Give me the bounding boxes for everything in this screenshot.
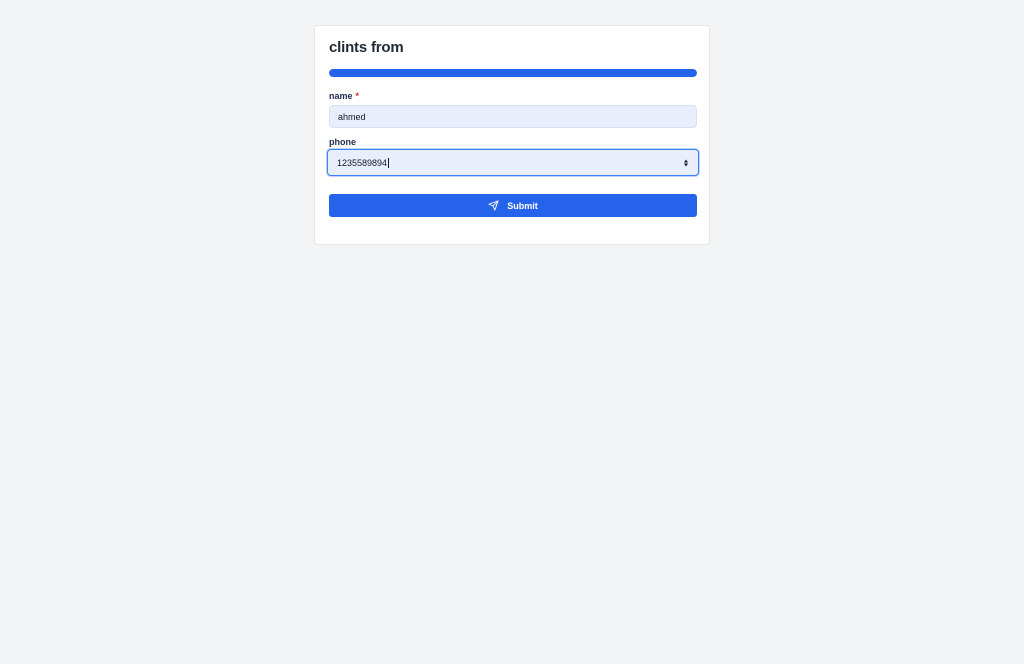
submit-button[interactable]: Submit xyxy=(329,194,697,217)
phone-label: phone xyxy=(329,137,356,147)
name-input[interactable]: ahmed xyxy=(329,105,697,128)
send-icon xyxy=(488,200,499,211)
spinner-up-icon[interactable] xyxy=(684,159,688,162)
progress-bar xyxy=(329,69,697,77)
phone-input-value: 1235589894 xyxy=(337,157,388,168)
submit-label: Submit xyxy=(507,200,538,211)
number-spinner[interactable] xyxy=(684,159,688,166)
name-input-value: ahmed xyxy=(338,111,366,122)
name-label: name * xyxy=(329,91,359,101)
required-marker: * xyxy=(355,91,360,101)
form-title: clints from xyxy=(329,39,404,56)
phone-input[interactable]: 1235589894 xyxy=(327,149,699,176)
form-card: clints from name * ahmed phone 1235589894… xyxy=(314,25,710,245)
text-caret xyxy=(388,157,390,168)
spinner-down-icon[interactable] xyxy=(684,163,688,166)
name-label-text: name xyxy=(329,91,353,101)
progress-fill xyxy=(329,69,697,77)
